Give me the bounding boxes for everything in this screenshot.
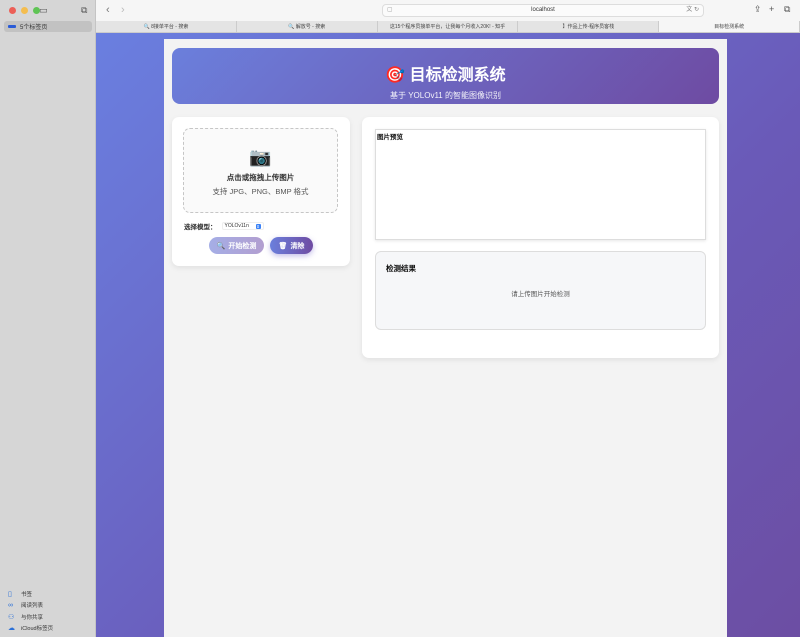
window-controls — [9, 7, 40, 14]
app-header: 🎯 目标检测系统 基于 YOLOv11 的智能图像识别 — [172, 48, 719, 104]
upload-formats: 支持 JPG、PNG、BMP 格式 — [212, 187, 309, 196]
tab-label: 这15个程序员接单平台，让我每个月收入20K! - 知乎 — [389, 24, 506, 30]
model-select[interactable]: YOLOv11n ⇕ — [221, 222, 264, 230]
page-content: 🎯 目标检测系统 基于 YOLOv11 的智能图像识别 📷 点击或拖拽上传图片 … — [96, 33, 800, 637]
cloud-icon: ☁ — [8, 625, 15, 633]
close-button[interactable] — [9, 7, 16, 14]
page-icon: ▢ — [387, 7, 393, 13]
upload-card: 📷 点击或拖拽上传图片 支持 JPG、PNG、BMP 格式 选择模型： YOLO… — [172, 117, 350, 266]
upload-dropzone[interactable]: 📷 点击或拖拽上传图片 支持 JPG、PNG、BMP 格式 — [183, 128, 338, 213]
tab-group-icon — [8, 25, 16, 28]
sidebar-item-shared[interactable]: ⚇ 与你共享 — [8, 611, 53, 623]
minimize-button[interactable] — [21, 7, 28, 14]
sidebar-item-bookmarks[interactable]: ▯ 书签 — [8, 588, 53, 600]
detect-label: 开始检测 — [228, 242, 257, 250]
target-icon: 🎯 — [385, 67, 406, 84]
page-subtitle: 基于 YOLOv11 的智能图像识别 — [390, 91, 501, 100]
chevron-updown-icon: ⇕ — [255, 223, 261, 229]
label: iCloud标签页 — [21, 626, 54, 633]
glasses-icon: ∞ — [8, 601, 13, 609]
tab-label: 8接单平台 - 搜索 — [151, 24, 189, 30]
app-container: 🎯 目标检测系统 基于 YOLOv11 的智能图像识别 📷 点击或拖拽上传图片 … — [164, 39, 727, 637]
url-text: localhost — [531, 7, 555, 13]
tab-overview-icon[interactable]: ⧉ — [81, 5, 87, 16]
title-text: 目标检测系统 — [409, 67, 506, 84]
detection-results: 检测结果 请上传图片开始检测 — [375, 251, 706, 330]
image-preview: 图片预览 — [375, 129, 706, 240]
result-card: 图片预览 检测结果 请上传图片开始检测 — [362, 117, 719, 358]
sidebar-toggle-icon[interactable]: ▭ — [39, 5, 48, 16]
tabs-icon[interactable]: ⧉ — [784, 4, 790, 15]
clear-button[interactable]: 🗑 清除 — [270, 237, 313, 254]
tab-active[interactable]: 目标检测系统 — [659, 21, 800, 32]
tab-group-label: 5个标签页 — [20, 25, 48, 31]
tab-label: 解放号 - 搜索 — [295, 24, 326, 30]
tab[interactable]: 这15个程序员接单平台，让我每个月收入20K! - 知乎 — [378, 21, 519, 32]
sidebar-item-icloud-tabs[interactable]: ☁ iCloud标签页 — [8, 623, 53, 635]
results-title: 检测结果 — [386, 264, 416, 273]
tab[interactable]: 】作品上传-程序员客栈 — [518, 21, 660, 32]
label: 与你共享 — [21, 614, 44, 621]
sidebar-item-reading-list[interactable]: ∞ 阅读列表 — [8, 600, 53, 612]
tab[interactable]: 🔍 解放号 - 搜索 — [237, 21, 378, 32]
toolbar: ‹ › ▢ localhost 文 ↻ ⇪ + ⧉ — [96, 0, 800, 21]
address-bar[interactable]: ▢ localhost 文 ↻ — [382, 4, 704, 17]
bookmark-icon: ▯ — [8, 590, 12, 598]
forward-button[interactable]: › — [121, 4, 125, 16]
new-tab-icon[interactable]: + — [769, 4, 774, 14]
tab-group-item[interactable]: 5个标签页 — [4, 21, 92, 32]
back-button[interactable]: ‹ — [106, 4, 110, 16]
trash-icon: 🗑 — [278, 242, 288, 250]
sidebar: ▭ ⧉ 5个标签页 ▯ 书签 ∞ 阅读列表 ⚇ 与你共享 ☁ iCloud标签页 — [0, 0, 96, 637]
model-value: YOLOv11n — [224, 223, 249, 229]
label: 阅读列表 — [21, 603, 44, 610]
label: 书签 — [21, 591, 33, 598]
model-label: 选择模型： — [184, 224, 217, 231]
share-icon[interactable]: ⇪ — [754, 4, 762, 15]
preview-title: 图片预览 — [377, 134, 403, 141]
tab-bar: 🔍 8接单平台 - 搜索 🔍 解放号 - 搜索 这15个程序员接单平台，让我每个… — [96, 21, 800, 33]
tab-label: 目标检测系统 — [714, 24, 745, 30]
clear-label: 清除 — [290, 242, 305, 250]
model-selector: 选择模型： YOLOv11n ⇕ — [184, 221, 264, 231]
search-icon: 🔍 — [216, 242, 226, 250]
reload-icon[interactable]: 文 ↻ — [686, 5, 699, 16]
tab[interactable]: 🔍 8接单平台 - 搜索 — [96, 21, 237, 32]
tab-label: 】作品上传-程序员客栈 — [562, 24, 615, 30]
page-title: 🎯 目标检测系统 — [172, 61, 719, 85]
people-icon: ⚇ — [8, 613, 15, 621]
upload-title: 点击或拖拽上传图片 — [226, 173, 295, 182]
camera-icon: 📷 — [249, 147, 272, 167]
results-empty-text: 请上传图片开始检测 — [511, 291, 570, 298]
detect-button[interactable]: 🔍 开始检测 — [209, 237, 264, 254]
